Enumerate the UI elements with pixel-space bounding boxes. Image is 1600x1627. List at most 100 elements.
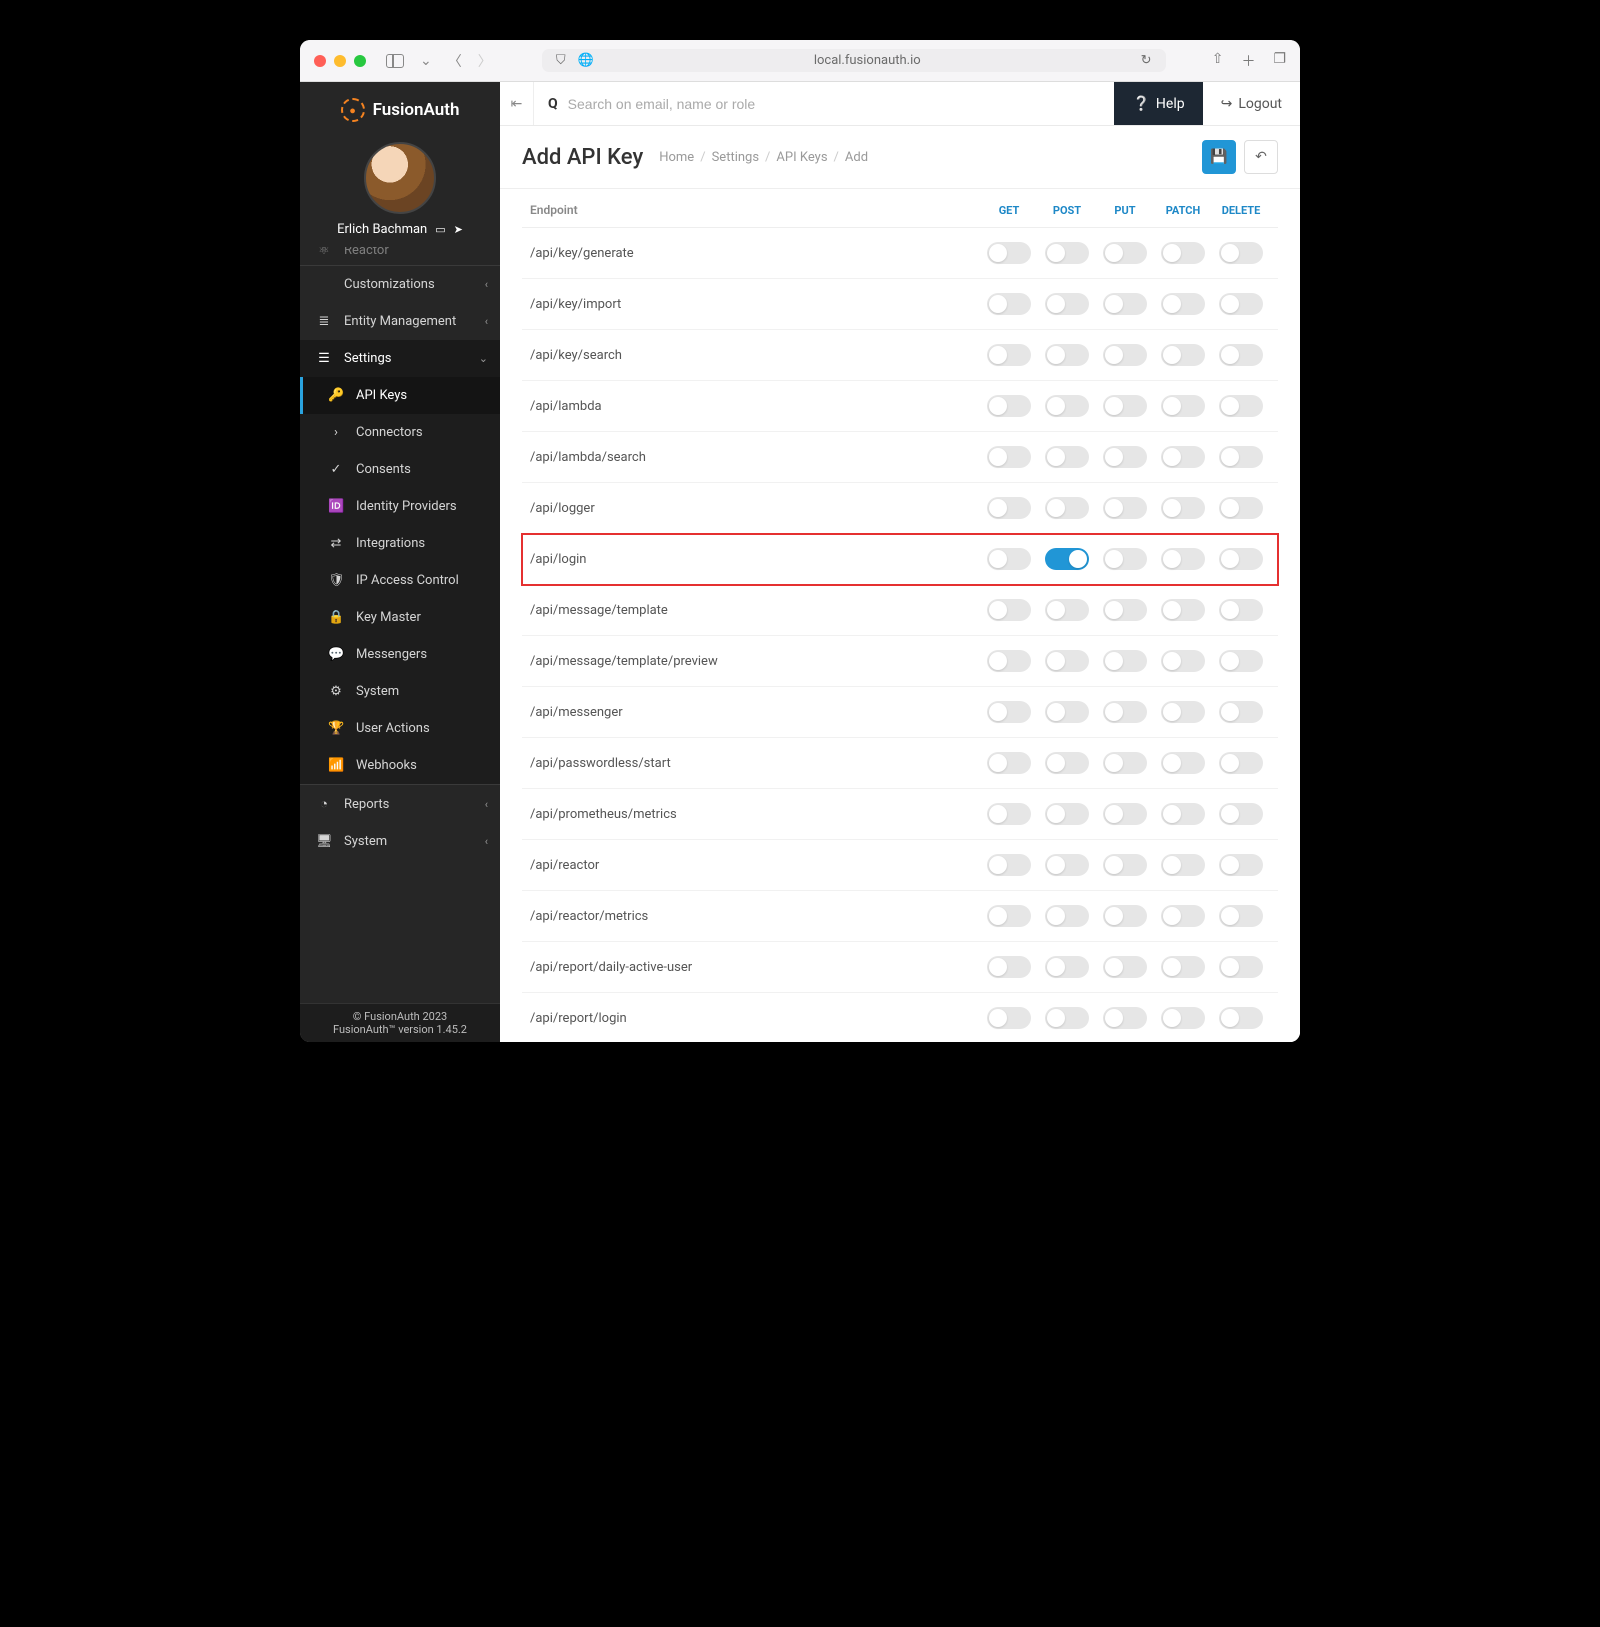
crumb[interactable]: Home — [659, 150, 694, 165]
toggle-put[interactable] — [1103, 701, 1147, 723]
crumb[interactable]: API Keys — [776, 150, 827, 165]
toggle-get[interactable] — [987, 650, 1031, 672]
toggle-patch[interactable] — [1161, 1007, 1205, 1029]
toggle-put[interactable] — [1103, 395, 1147, 417]
toggle-delete[interactable] — [1219, 650, 1263, 672]
toggle-patch[interactable] — [1161, 395, 1205, 417]
sidebar-item-consents[interactable]: ✓Consents — [300, 451, 500, 488]
toggle-patch[interactable] — [1161, 599, 1205, 621]
sidebar-item-key-master[interactable]: 🔒Key Master — [300, 599, 500, 636]
toggle-patch[interactable] — [1161, 344, 1205, 366]
sidebar-item-reactor[interactable]: ⚛Reactor — [300, 247, 500, 265]
toggle-patch[interactable] — [1161, 956, 1205, 978]
toggle-put[interactable] — [1103, 803, 1147, 825]
toggle-post[interactable] — [1045, 701, 1089, 723]
toggle-put[interactable] — [1103, 905, 1147, 927]
share-icon[interactable]: ⇧ — [1212, 51, 1224, 71]
sidebar-item-identity-providers[interactable]: 🆔Identity Providers — [300, 488, 500, 525]
toggle-patch[interactable] — [1161, 650, 1205, 672]
toggle-post[interactable] — [1045, 497, 1089, 519]
sidebar-item-settings[interactable]: ☰Settings⌄ — [300, 340, 500, 377]
sidebar-item-reports[interactable]: ◔Reports‹ — [300, 785, 500, 823]
toggle-post[interactable] — [1045, 446, 1089, 468]
toggle-get[interactable] — [987, 905, 1031, 927]
sidebar-item-user-actions[interactable]: 🏆User Actions — [300, 710, 500, 747]
toggle-post[interactable] — [1045, 395, 1089, 417]
toggle-get[interactable] — [987, 548, 1031, 570]
sidebar-item-connectors[interactable]: ›Connectors — [300, 414, 500, 451]
sidebar-item-messengers[interactable]: 💬Messengers — [300, 636, 500, 673]
toggle-put[interactable] — [1103, 497, 1147, 519]
toggle-put[interactable] — [1103, 1007, 1147, 1029]
sidebar-item-customizations[interactable]: Customizations‹ — [300, 266, 500, 303]
toggle-get[interactable] — [987, 956, 1031, 978]
back-undo-button[interactable]: ↶ — [1244, 140, 1278, 174]
toggle-delete[interactable] — [1219, 854, 1263, 876]
toggle-post[interactable] — [1045, 242, 1089, 264]
toggle-put[interactable] — [1103, 293, 1147, 315]
toggle-put[interactable] — [1103, 956, 1147, 978]
help-button[interactable]: ❔ Help — [1114, 82, 1202, 125]
chevron-down-icon[interactable]: ⌄ — [416, 51, 436, 71]
toggle-delete[interactable] — [1219, 701, 1263, 723]
toggle-patch[interactable] — [1161, 803, 1205, 825]
toggle-delete[interactable] — [1219, 905, 1263, 927]
toggle-patch[interactable] — [1161, 446, 1205, 468]
toggle-get[interactable] — [987, 242, 1031, 264]
toggle-post[interactable] — [1045, 956, 1089, 978]
back-button[interactable]: 〈 — [444, 49, 466, 73]
location-icon[interactable]: ➤ — [454, 223, 463, 236]
toggle-delete[interactable] — [1219, 752, 1263, 774]
sidebar-item-api-keys[interactable]: 🔑API Keys — [300, 377, 500, 414]
toggle-get[interactable] — [987, 446, 1031, 468]
toggle-post[interactable] — [1045, 752, 1089, 774]
toggle-put[interactable] — [1103, 548, 1147, 570]
toggle-patch[interactable] — [1161, 242, 1205, 264]
forward-button[interactable]: 〉 — [474, 49, 496, 73]
toggle-get[interactable] — [987, 1007, 1031, 1029]
toggle-get[interactable] — [987, 701, 1031, 723]
address-bar[interactable]: ⛉ 🌐 local.fusionauth.io ↻ — [542, 49, 1166, 72]
toggle-patch[interactable] — [1161, 752, 1205, 774]
toggle-patch[interactable] — [1161, 293, 1205, 315]
avatar[interactable] — [364, 142, 436, 214]
toggle-post[interactable] — [1045, 803, 1089, 825]
toggle-delete[interactable] — [1219, 803, 1263, 825]
toggle-get[interactable] — [987, 854, 1031, 876]
sidebar-item-webhooks[interactable]: 📶Webhooks — [300, 747, 500, 784]
toggle-post[interactable] — [1045, 854, 1089, 876]
vcard-icon[interactable]: ▭ — [435, 223, 445, 236]
sidebar-toggle-button[interactable] — [382, 52, 408, 70]
toggle-delete[interactable] — [1219, 1007, 1263, 1029]
toggle-put[interactable] — [1103, 752, 1147, 774]
sidebar-item-system[interactable]: 🖥System‹ — [300, 823, 500, 860]
toggle-post[interactable] — [1045, 548, 1089, 570]
toggle-patch[interactable] — [1161, 854, 1205, 876]
toggle-delete[interactable] — [1219, 446, 1263, 468]
toggle-post[interactable] — [1045, 905, 1089, 927]
minimize-window-icon[interactable] — [334, 55, 346, 67]
save-button[interactable]: 💾 — [1202, 140, 1236, 174]
toggle-delete[interactable] — [1219, 293, 1263, 315]
toggle-put[interactable] — [1103, 344, 1147, 366]
toggle-post[interactable] — [1045, 599, 1089, 621]
toggle-delete[interactable] — [1219, 344, 1263, 366]
toggle-patch[interactable] — [1161, 548, 1205, 570]
search-input[interactable] — [568, 96, 1101, 112]
sidebar-item-integrations[interactable]: ⇄Integrations — [300, 525, 500, 562]
logout-button[interactable]: ↪ Logout — [1203, 82, 1300, 125]
toggle-get[interactable] — [987, 395, 1031, 417]
reload-icon[interactable]: ↻ — [1141, 53, 1152, 68]
toggle-put[interactable] — [1103, 854, 1147, 876]
toggle-delete[interactable] — [1219, 599, 1263, 621]
toggle-post[interactable] — [1045, 1007, 1089, 1029]
toggle-delete[interactable] — [1219, 956, 1263, 978]
new-tab-icon[interactable]: ＋ — [1241, 51, 1255, 71]
toggle-patch[interactable] — [1161, 497, 1205, 519]
toggle-get[interactable] — [987, 344, 1031, 366]
toggle-put[interactable] — [1103, 650, 1147, 672]
collapse-sidebar-button[interactable]: ⇤ — [500, 82, 534, 125]
sidebar-item-ip-access-control[interactable]: 🛡IP Access Control — [300, 562, 500, 599]
toggle-get[interactable] — [987, 752, 1031, 774]
sidebar-item-entity-management[interactable]: ≣Entity Management‹ — [300, 303, 500, 340]
